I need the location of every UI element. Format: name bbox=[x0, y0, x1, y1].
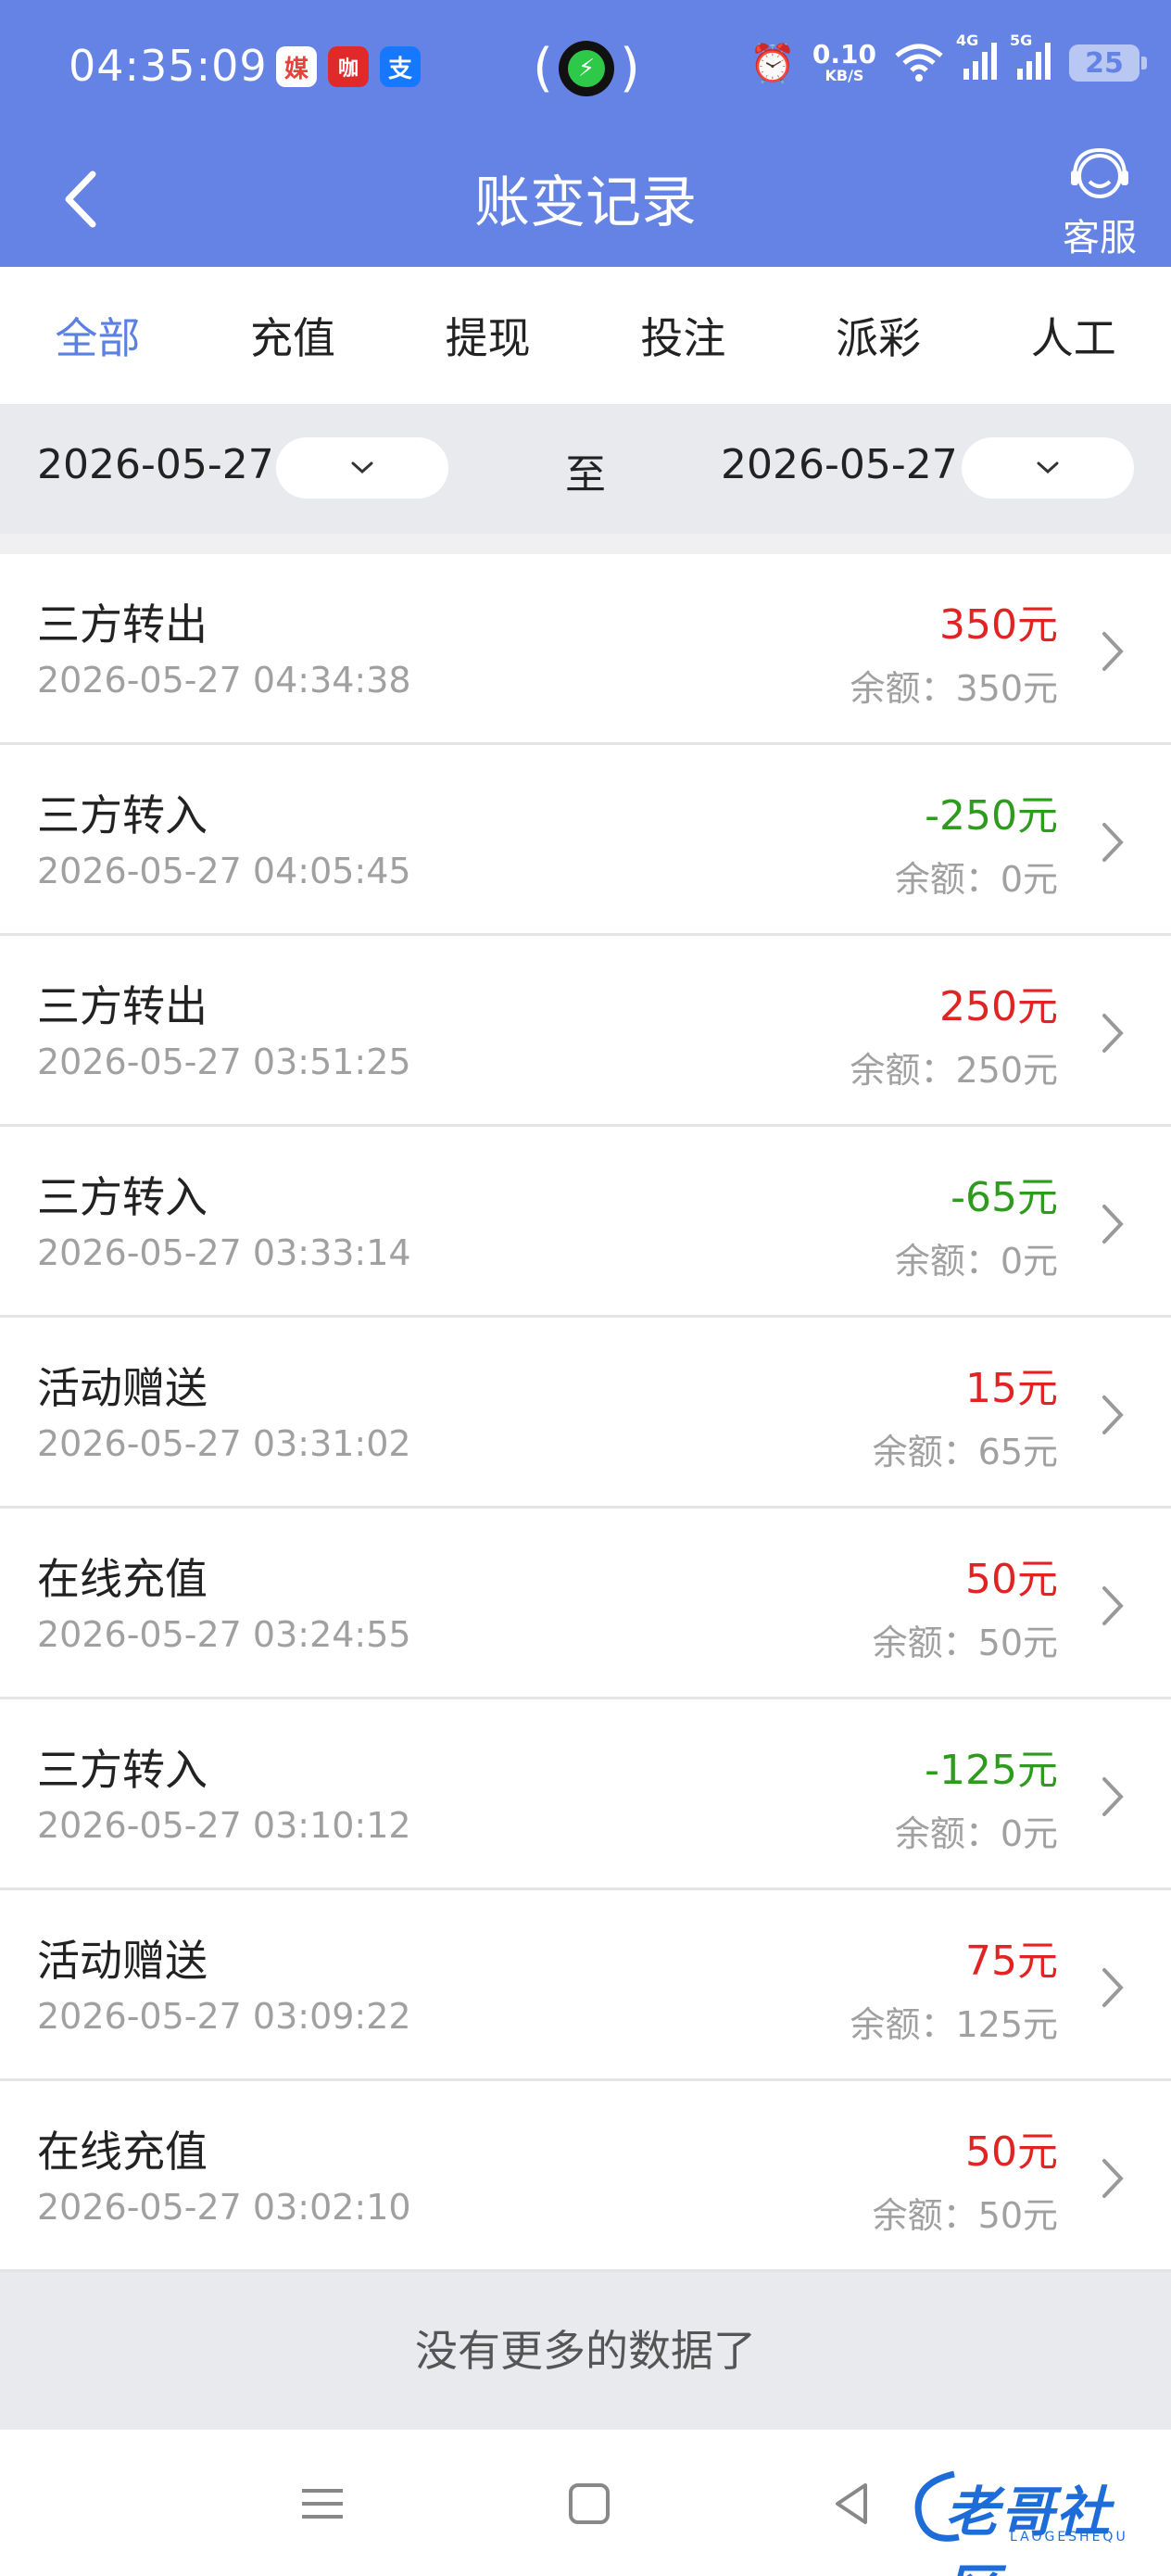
record-balance: 余额：50元 bbox=[872, 1623, 1058, 1663]
record-title: 在线充值 bbox=[37, 2127, 208, 2177]
end-date: 2026-05-27 bbox=[721, 441, 958, 488]
record-title: 三方转入 bbox=[37, 790, 208, 840]
record-balance: 余额：0元 bbox=[894, 1813, 1058, 1854]
chevron-right-icon bbox=[1102, 1586, 1124, 1625]
record-time: 2026-05-27 03:31:02 bbox=[37, 1423, 411, 1464]
record-title: 三方转入 bbox=[37, 1172, 208, 1222]
record-row[interactable]: 三方转入 2026-05-27 04:05:45 -250元余额：0元 bbox=[0, 745, 1171, 936]
system-icons: ⏰ 0.10 KB/S 4G 5G 25 bbox=[749, 32, 1147, 85]
record-time: 2026-05-27 03:10:12 bbox=[37, 1805, 411, 1846]
status-time: 04:35:09 bbox=[69, 41, 268, 91]
chevron-down-icon bbox=[1037, 461, 1059, 474]
watermark-text: 老哥社区 bbox=[945, 2481, 1113, 2576]
tab-2[interactable]: 提现 bbox=[390, 305, 586, 366]
record-row[interactable]: 在线充值 2026-05-27 03:02:10 50元余额：50元 bbox=[0, 2081, 1171, 2272]
tab-3[interactable]: 投注 bbox=[586, 305, 781, 366]
media-app-icon: 媒 bbox=[276, 46, 317, 87]
service-label: 客服 bbox=[1063, 217, 1137, 259]
record-row[interactable]: 活动赠送 2026-05-27 03:31:02 15元余额：65元 bbox=[0, 1318, 1171, 1509]
record-amount: 350元 bbox=[939, 601, 1058, 649]
charging-indicator: ( ⚡ ) bbox=[533, 38, 640, 98]
record-balance: 余额：350元 bbox=[850, 668, 1058, 709]
alipay-icon: 支 bbox=[380, 46, 421, 87]
record-amount: -250元 bbox=[925, 792, 1058, 840]
record-time: 2026-05-27 03:02:10 bbox=[37, 2187, 411, 2228]
record-title: 三方转入 bbox=[37, 1745, 208, 1795]
chevron-right-icon bbox=[1102, 1968, 1124, 2007]
watermark-subtext: LAOGESHEQU bbox=[1010, 2530, 1128, 2544]
record-balance: 余额：0元 bbox=[894, 859, 1058, 900]
page-title: 账变记录 bbox=[474, 170, 697, 235]
list-gap bbox=[0, 534, 1171, 554]
record-amount: 75元 bbox=[965, 1938, 1058, 1985]
record-balance: 余额：125元 bbox=[850, 2004, 1058, 2045]
watermark-logo: 老哥社区 LAOGESHEQU bbox=[908, 2465, 1158, 2576]
network-speed: 0.10 KB/S bbox=[812, 39, 876, 84]
record-balance: 余额：0元 bbox=[894, 1241, 1058, 1282]
alarm-icon: ⏰ bbox=[749, 42, 796, 85]
headset-icon bbox=[1071, 147, 1128, 198]
record-time: 2026-05-27 04:05:45 bbox=[37, 851, 411, 891]
date-filter: 2026-05-27 至 2026-05-27 bbox=[0, 404, 1171, 534]
tab-0[interactable]: 全部 bbox=[0, 305, 195, 366]
record-title: 三方转出 bbox=[37, 981, 208, 1031]
coffee-app-icon: 咖 bbox=[328, 46, 369, 87]
record-title: 活动赠送 bbox=[37, 1363, 208, 1413]
menu-icon[interactable] bbox=[295, 2476, 350, 2532]
chevron-right-icon bbox=[1102, 1395, 1124, 1434]
record-balance: 余额：250元 bbox=[850, 1050, 1058, 1091]
tab-5[interactable]: 人工 bbox=[976, 305, 1171, 366]
record-title: 三方转出 bbox=[37, 600, 208, 650]
notification-app-icons: 媒 咖 支 bbox=[276, 46, 421, 87]
record-row[interactable]: 三方转入 2026-05-27 03:10:12 -125元余额：0元 bbox=[0, 1699, 1171, 1890]
record-balance: 余额：65元 bbox=[872, 1432, 1058, 1472]
signal-5g-icon: 5G bbox=[1010, 32, 1052, 85]
record-row[interactable]: 三方转出 2026-05-27 04:34:38 350元余额：350元 bbox=[0, 554, 1171, 745]
chevron-right-icon bbox=[1102, 1014, 1124, 1053]
end-date-dropdown[interactable] bbox=[962, 437, 1134, 499]
record-time: 2026-05-27 03:51:25 bbox=[37, 1042, 411, 1082]
record-amount: 250元 bbox=[939, 983, 1058, 1030]
record-title: 在线充值 bbox=[37, 1554, 208, 1604]
record-amount: -65元 bbox=[951, 1174, 1058, 1221]
customer-service-button[interactable]: 客服 bbox=[1049, 145, 1151, 261]
record-amount: 50元 bbox=[965, 1556, 1058, 1603]
page: 04:35:09 媒 咖 支 ( ⚡ ) ⏰ 0.10 KB/S 4G 5G 2… bbox=[0, 0, 1171, 2576]
status-bar: 04:35:09 媒 咖 支 ( ⚡ ) ⏰ 0.10 KB/S 4G 5G 2… bbox=[0, 0, 1171, 130]
record-amount: 15元 bbox=[965, 1365, 1058, 1412]
charging-bolt-icon: ⚡ bbox=[559, 41, 614, 96]
record-amount: 50元 bbox=[965, 2128, 1058, 2176]
record-row[interactable]: 三方转出 2026-05-27 03:51:25 250元余额：250元 bbox=[0, 936, 1171, 1127]
home-icon[interactable] bbox=[561, 2476, 617, 2532]
category-tabs: 全部 充值 提现 投注 派彩 人工 bbox=[0, 267, 1171, 404]
no-more-data: 没有更多的数据了 bbox=[0, 2272, 1171, 2430]
record-row[interactable]: 在线充值 2026-05-27 03:24:55 50元余额：50元 bbox=[0, 1509, 1171, 1699]
record-time: 2026-05-27 03:09:22 bbox=[37, 1996, 411, 2037]
record-amount: -125元 bbox=[925, 1747, 1058, 1794]
chevron-right-icon bbox=[1102, 823, 1124, 862]
chevron-right-icon bbox=[1102, 2159, 1124, 2198]
tab-4[interactable]: 派彩 bbox=[781, 305, 976, 366]
record-balance: 余额：50元 bbox=[872, 2195, 1058, 2236]
record-time: 2026-05-27 04:34:38 bbox=[37, 660, 411, 701]
chevron-right-icon bbox=[1102, 632, 1124, 671]
back-triangle-icon[interactable] bbox=[825, 2476, 880, 2532]
battery-icon: 25 bbox=[1069, 44, 1147, 82]
record-time: 2026-05-27 03:33:14 bbox=[37, 1232, 411, 1273]
signal-4g-icon: 4G bbox=[956, 32, 999, 85]
record-list: 三方转出 2026-05-27 04:34:38 350元余额：350元三方转入 20… bbox=[0, 554, 1171, 2272]
chevron-right-icon bbox=[1102, 1205, 1124, 1244]
record-time: 2026-05-27 03:24:55 bbox=[37, 1614, 411, 1655]
app-header: 账变记录 客服 bbox=[0, 130, 1171, 267]
chevron-right-icon bbox=[1102, 1777, 1124, 1816]
wifi-icon bbox=[895, 44, 943, 82]
record-row[interactable]: 活动赠送 2026-05-27 03:09:22 75元余额：125元 bbox=[0, 1890, 1171, 2081]
tab-1[interactable]: 充值 bbox=[195, 305, 391, 366]
record-title: 活动赠送 bbox=[37, 1936, 208, 1986]
record-row[interactable]: 三方转入 2026-05-27 03:33:14 -65元余额：0元 bbox=[0, 1127, 1171, 1318]
